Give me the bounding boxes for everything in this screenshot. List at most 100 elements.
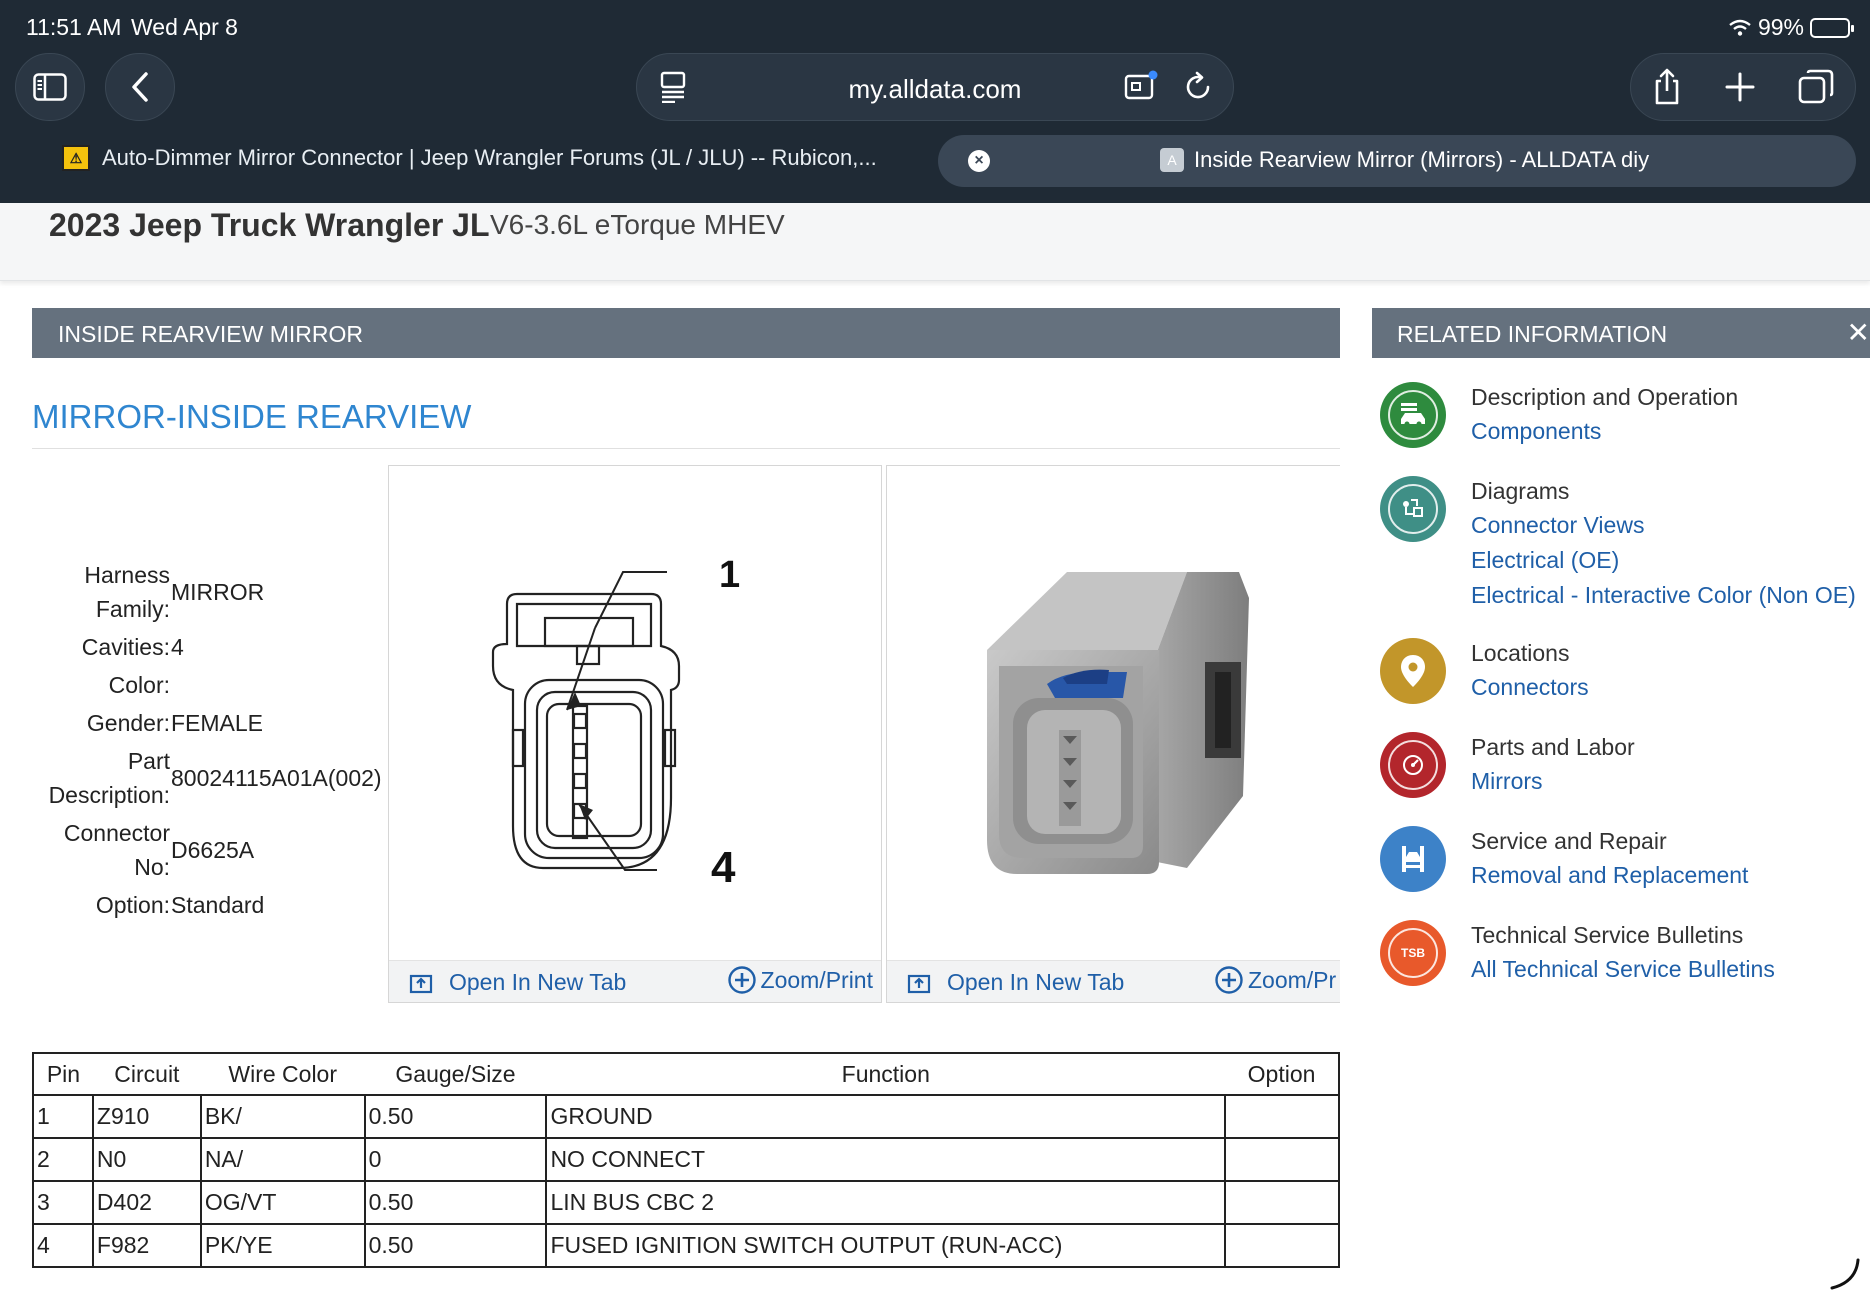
connector-face-drawing: 1 4 <box>491 554 740 892</box>
tab-title-group: A Inside Rearview Mirror (Mirrors) - ALL… <box>1160 147 1649 173</box>
tab-close-icon[interactable]: × <box>968 150 990 172</box>
share-icon[interactable] <box>1652 68 1682 106</box>
address-bar[interactable]: my.alldata.com <box>636 53 1234 121</box>
image-card-footer: Open In New Tab Zoom/Print <box>389 960 881 1002</box>
cell-function: GROUND <box>545 1094 1227 1139</box>
table-row: 4 F982 PK/YE 0.50 FUSED IGNITION SWITCH … <box>32 1223 1340 1268</box>
cell-function: FUSED IGNITION SWITCH OUTPUT (RUN-ACC) <box>545 1223 1227 1268</box>
related-title: Service and Repair <box>1471 828 1667 854</box>
status-bar: 11:51 AM Wed Apr 8 99% <box>26 10 1854 42</box>
status-date: Wed Apr 8 <box>131 14 238 40</box>
tab-strip: ⚠ Auto-Dimmer Mirror Connector | Jeep Wr… <box>12 135 1858 187</box>
spec-label: Cavities: <box>81 634 170 660</box>
tab-title: Auto-Dimmer Mirror Connector | Jeep Wran… <box>102 145 877 170</box>
cell-circuit: N0 <box>91 1137 202 1182</box>
warning-favicon-icon: ⚠ <box>62 145 90 171</box>
open-in-new-tab-link[interactable]: Open In New Tab <box>409 969 626 996</box>
status-indicators: 99% <box>1728 14 1854 41</box>
table-row: 2 N0 NA/ 0 NO CONNECT <box>32 1137 1340 1182</box>
zoom-plus-icon <box>1215 966 1243 994</box>
extension-icon[interactable] <box>1124 70 1158 102</box>
cell-function: NO CONNECT <box>545 1137 1227 1182</box>
chevron-left-icon <box>132 72 148 102</box>
related-title: Locations <box>1471 640 1570 666</box>
related-title: Description and Operation <box>1471 384 1739 410</box>
spec-value: 4 <box>171 634 184 660</box>
battery-percent: 99% <box>1757 14 1804 40</box>
reload-icon[interactable] <box>1183 70 1213 102</box>
sidebar-icon <box>33 73 67 101</box>
alldata-favicon-icon: A <box>1160 148 1184 172</box>
tab-forum[interactable]: ⚠ Auto-Dimmer Mirror Connector | Jeep Wr… <box>62 145 877 171</box>
cell-pin: 3 <box>32 1180 94 1225</box>
spec-value: MIRROR <box>171 579 265 605</box>
column-header: Pin <box>32 1052 93 1096</box>
spec-label: Harness Family: <box>84 562 170 622</box>
spec-value: 80024115A01A(002) <box>171 765 382 791</box>
open-external-icon <box>409 974 433 993</box>
zoom-print-link[interactable]: Zoom/Print <box>727 965 873 995</box>
open-label: Open In New Tab <box>947 969 1125 995</box>
car-info-icon <box>1380 382 1446 448</box>
related-title: Diagrams <box>1471 478 1570 504</box>
tab-alldata-active[interactable]: × A Inside Rearview Mirror (Mirrors) - A… <box>938 135 1856 187</box>
vehicle-engine: V6-3.6L eTorque MHEV <box>490 209 785 240</box>
spec-label: Color: <box>108 672 170 698</box>
status-time: 11:51 AM <box>26 14 122 40</box>
battery-icon <box>1810 17 1854 38</box>
spec-value: FEMALE <box>171 710 264 736</box>
column-header: Circuit <box>92 1052 201 1096</box>
link-electrical-oe[interactable]: Electrical (OE) <box>1471 547 1619 574</box>
link-all-tsb[interactable]: All Technical Service Bulletins <box>1471 956 1775 983</box>
cell-wire-color: BK/ <box>199 1094 366 1139</box>
cell-circuit: F982 <box>91 1223 202 1268</box>
browser-chrome: 11:51 AM Wed Apr 8 99% my.alldata.com ⚠ … <box>0 0 1870 203</box>
cell-circuit: D402 <box>91 1180 202 1225</box>
column-header: Gauge/Size <box>364 1052 547 1096</box>
tsb-badge: TSB <box>1388 928 1438 978</box>
back-button[interactable] <box>105 53 175 121</box>
spec-label: Connector No: <box>63 820 170 880</box>
new-tab-plus-icon[interactable] <box>1725 72 1755 102</box>
tabs-overview-icon[interactable] <box>1798 69 1834 105</box>
zoom-label: Zoom/Pr <box>1248 966 1337 993</box>
cell-circuit: Z910 <box>91 1094 202 1139</box>
link-components[interactable]: Components <box>1471 418 1601 445</box>
cell-gauge: 0 <box>363 1137 548 1182</box>
cell-wire-color: OG/VT <box>199 1180 366 1225</box>
toolbar-right-group <box>1630 53 1856 121</box>
spec-value: Standard <box>171 892 265 918</box>
related-title: Parts and Labor <box>1471 734 1635 760</box>
wifi-icon <box>1729 19 1751 36</box>
vehicle-header: 2023 Jeep Truck Wrangler JL V6-3.6L eTor… <box>0 203 1870 281</box>
link-electrical-interactive[interactable]: Electrical - Interactive Color (Non OE) <box>1471 582 1856 609</box>
link-mirrors[interactable]: Mirrors <box>1471 768 1543 795</box>
cell-wire-color: PK/YE <box>199 1223 366 1268</box>
column-header: Wire Color <box>200 1052 365 1096</box>
link-removal-replacement[interactable]: Removal and Replacement <box>1471 862 1748 889</box>
cell-gauge: 0.50 <box>363 1180 548 1225</box>
diagram-icon <box>1380 476 1446 542</box>
open-in-new-tab-link[interactable]: Open In New Tab <box>907 969 1124 996</box>
related-info-title: RELATED INFORMATION <box>1397 321 1668 347</box>
table-row: 3 D402 OG/VT 0.50 LIN BUS CBC 2 <box>32 1180 1340 1225</box>
close-icon[interactable]: ✕ <box>1847 316 1870 349</box>
column-header: Option <box>1225 1052 1340 1096</box>
table-row: 1 Z910 BK/ 0.50 GROUND <box>32 1094 1340 1139</box>
zoom-print-link[interactable]: Zoom/Pr <box>1214 965 1336 995</box>
cell-gauge: 0.50 <box>363 1223 548 1268</box>
vehicle-model: 2023 Jeep Truck Wrangler JL <box>49 207 490 243</box>
divider <box>32 448 1340 449</box>
cell-pin: 2 <box>32 1137 94 1182</box>
connector-3d-render <box>987 572 1249 874</box>
link-connector-views[interactable]: Connector Views <box>1471 512 1644 539</box>
cell-gauge: 0.50 <box>363 1094 548 1139</box>
panel-header: INSIDE REARVIEW MIRROR <box>32 308 1340 358</box>
parts-gauge-icon <box>1380 732 1446 798</box>
open-external-icon <box>907 974 931 993</box>
cell-wire-color: NA/ <box>199 1137 366 1182</box>
loading-spinner-icon <box>1830 1258 1860 1290</box>
section-title: MIRROR-INSIDE REARVIEW <box>32 398 472 435</box>
sidebar-toggle-button[interactable] <box>15 53 85 121</box>
link-connectors[interactable]: Connectors <box>1471 674 1589 701</box>
